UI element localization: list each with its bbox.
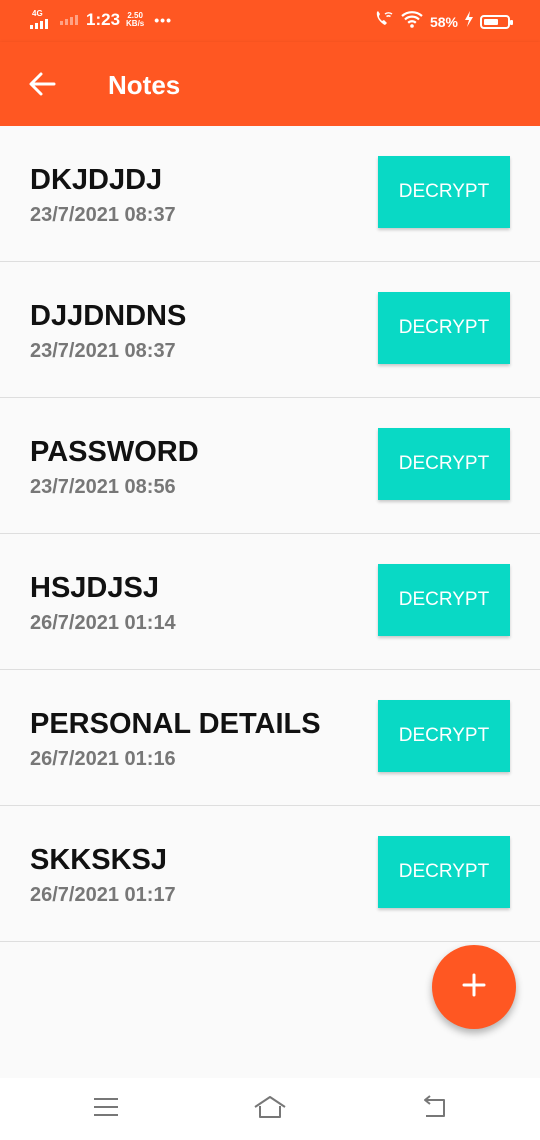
network-speed: 2.50 KB/s [126, 12, 144, 28]
back-button[interactable] [26, 68, 58, 100]
arrow-left-icon [26, 72, 58, 104]
note-item[interactable]: PERSONAL DETAILS 26/7/2021 01:16 DECRYPT [0, 670, 540, 806]
charging-icon [464, 11, 474, 32]
note-date: 23/7/2021 08:37 [30, 340, 176, 362]
note-date: 23/7/2021 08:37 [30, 204, 176, 226]
app-bar: Notes [0, 42, 540, 126]
battery-percent: 58% [429, 13, 458, 30]
decrypt-button[interactable]: DECRYPT [378, 156, 510, 228]
status-right: 58% [374, 10, 513, 33]
more-notifications-icon: ••• [154, 12, 172, 28]
wifi-icon [400, 10, 424, 33]
network-type: 4G [32, 9, 43, 18]
note-title: PASSWORD [30, 436, 199, 468]
note-date: 23/7/2021 08:56 [30, 476, 176, 498]
decrypt-button[interactable]: DECRYPT [378, 292, 510, 364]
note-date: 26/7/2021 01:14 [30, 612, 176, 634]
note-title: PERSONAL DETAILS [30, 708, 321, 740]
battery-icon [480, 14, 513, 29]
note-item[interactable]: PASSWORD 23/7/2021 08:56 DECRYPT [0, 398, 540, 534]
note-title: DKJDJDJ [30, 164, 163, 196]
decrypt-button[interactable]: DECRYPT [378, 836, 510, 908]
add-note-button[interactable] [432, 945, 516, 1029]
note-item[interactable]: HSJDJSJ 26/7/2021 01:14 DECRYPT [0, 534, 540, 670]
note-item[interactable]: DKJDJDJ 23/7/2021 08:37 DECRYPT [0, 126, 540, 262]
decrypt-button[interactable]: DECRYPT [378, 700, 510, 772]
decrypt-button[interactable]: DECRYPT [378, 428, 510, 500]
status-time: 1:23 [86, 10, 121, 29]
menu-icon [92, 1096, 120, 1123]
note-date: 26/7/2021 01:17 [30, 884, 176, 906]
page-title: Notes [108, 70, 181, 100]
menu-button[interactable] [86, 1092, 126, 1126]
status-bar: 4G 1:23 2.50 KB/s ••• 58% [0, 0, 540, 42]
back-nav-button[interactable] [414, 1092, 454, 1126]
note-title: SKKSKSJ [30, 844, 167, 876]
note-title: DJJDNDNS [30, 300, 187, 332]
plus-icon [461, 972, 487, 1003]
note-item[interactable]: DJJDNDNS 23/7/2021 08:37 DECRYPT [0, 262, 540, 398]
note-title: HSJDJSJ [30, 572, 159, 604]
status-left: 4G 1:23 2.50 KB/s ••• [30, 9, 172, 31]
back-icon [420, 1094, 448, 1124]
network-speed-unit: KB/s [126, 19, 145, 28]
decrypt-button[interactable]: DECRYPT [378, 564, 510, 636]
note-item[interactable]: SKKSKSJ 26/7/2021 01:17 DECRYPT [0, 806, 540, 942]
system-nav-bar [0, 1078, 540, 1140]
signal-icon: 4G [30, 9, 58, 31]
home-button[interactable] [250, 1092, 290, 1126]
home-icon [252, 1094, 288, 1125]
signal-2-icon [60, 15, 78, 25]
notes-list: DKJDJDJ 23/7/2021 08:37 DECRYPT DJJDNDNS… [0, 126, 540, 942]
wifi-calling-icon [374, 10, 394, 33]
note-date: 26/7/2021 01:16 [30, 748, 176, 770]
